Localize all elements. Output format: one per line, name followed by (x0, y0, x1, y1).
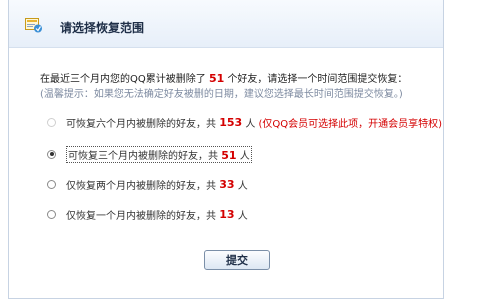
radio-two-months[interactable] (47, 179, 56, 189)
summary-suffix: 个好友，请选择一个时间范围提交恢复： (227, 74, 408, 85)
radio-three-months[interactable] (47, 149, 56, 159)
restore-dialog: 请选择恢复范围 在最近三个月内您的QQ累计被删除了 51 个好友，请选择一个时间… (8, 0, 444, 299)
option-count: 51 (221, 148, 237, 162)
option-label: 可恢复三个月内被删除的好友，共 (68, 150, 218, 162)
option-unit: 人 (237, 210, 248, 222)
option-six-months[interactable]: 可恢复六个月内被删除的好友，共 153 人 (仅QQ会员可选择此项，开通会员享特… (47, 114, 442, 130)
dialog-header: 请选择恢复范围 (9, 0, 443, 48)
option-count: 153 (219, 115, 243, 129)
deleted-count: 51 (208, 72, 225, 85)
option-count: 13 (219, 207, 235, 221)
radio-six-months[interactable] (47, 117, 56, 127)
option-label: 仅恢复一个月内被删除的好友，共 (66, 210, 216, 222)
option-unit: 人 (237, 180, 248, 192)
submit-button[interactable]: 提交 (204, 250, 270, 270)
option-unit: 人 (239, 150, 250, 162)
radio-one-month[interactable] (47, 209, 56, 219)
restore-icon (25, 18, 42, 33)
selected-option-focus: 可恢复三个月内被删除的好友，共 51 人 (66, 145, 252, 163)
option-label: 仅恢复两个月内被删除的好友，共 (66, 180, 216, 192)
option-one-month[interactable]: 仅恢复一个月内被删除的好友，共 13 人 (47, 206, 248, 222)
option-three-months[interactable]: 可恢复三个月内被删除的好友，共 51 人 (47, 145, 252, 163)
dialog-title: 请选择恢复范围 (60, 21, 145, 35)
option-count: 33 (219, 177, 235, 191)
option-label: 可恢复六个月内被删除的好友，共 (66, 118, 216, 130)
member-note: (仅QQ会员可选择此项，开通会员享特权) (258, 118, 443, 130)
summary-prefix: 在最近三个月内您的QQ累计被删除了 (40, 74, 206, 85)
tip-text: (温馨提示：如果您无法确定好友被删的日期，建议您选择最长时间范围提交恢复。) (40, 89, 403, 100)
summary-text: 在最近三个月内您的QQ累计被删除了 51 个好友，请选择一个时间范围提交恢复： (40, 70, 407, 85)
option-two-months[interactable]: 仅恢复两个月内被删除的好友，共 33 人 (47, 176, 248, 192)
option-unit: 人 (245, 118, 256, 130)
